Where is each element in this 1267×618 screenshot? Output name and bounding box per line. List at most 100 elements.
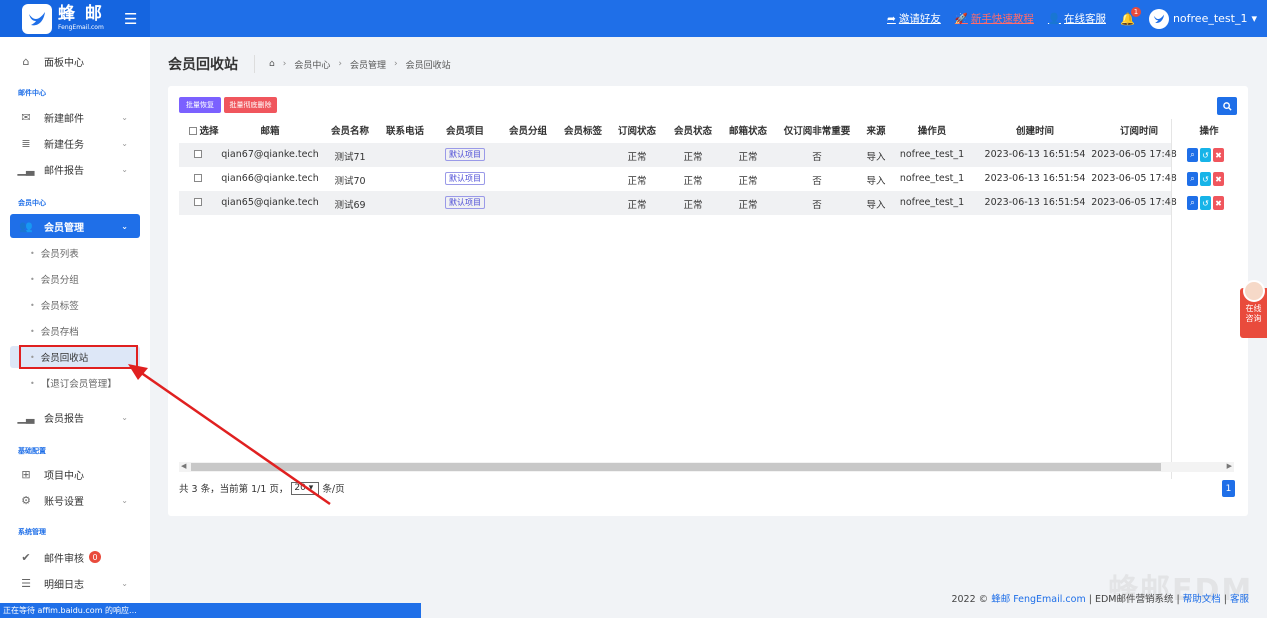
cell-operator: nofree_test_1 (899, 173, 965, 184)
invite-link[interactable]: ➦ 邀请好友 (887, 11, 941, 26)
sidebar-sub-member-tag[interactable]: • 会员标签 (10, 294, 140, 316)
sidebar: ⌂ 面板中心 邮件中心 ✉ 新建邮件 ⌄ ≣ 新建任务 ⌄ ▁▃ 邮件报告 ⌄ 会员中心 👥 会… (0, 37, 150, 618)
agent-avatar (1242, 280, 1265, 302)
cell-source: 导入 (866, 176, 886, 187)
bird-logo-icon (22, 3, 52, 34)
sidebar-sub-member-group[interactable]: • 会员分组 (10, 268, 140, 290)
cell-sub-status: 正常 (627, 176, 647, 187)
sidebar-item-dashboard[interactable]: ⌂ 面板中心 (10, 49, 140, 73)
cell-source: 导入 (866, 200, 886, 211)
th-source: 来源 (866, 126, 886, 137)
row-checkbox[interactable] (194, 198, 202, 206)
sidebar-sub-unsubscribe[interactable]: • 【退订会员管理】 (10, 372, 140, 394)
support-link[interactable]: 👤 在线客服 (1048, 11, 1106, 26)
review-count-badge: 0 (89, 551, 101, 563)
footer-service-link[interactable]: 客服 (1230, 594, 1249, 605)
chevron-down-icon: ⌄ (121, 412, 128, 422)
chart-icon: ▁▃ (17, 410, 35, 424)
footer-brand-link[interactable]: 蜂邮 FengEmail.com (991, 594, 1086, 605)
list-icon: ≣ (21, 136, 31, 150)
sidebar-item-project-center[interactable]: ⊞ 项目中心 (10, 462, 140, 486)
search-button[interactable] (1217, 97, 1237, 115)
th-phone: 联系电话 (385, 126, 425, 137)
th-tag: 会员标签 (563, 126, 603, 137)
view-button[interactable]: ⌕ (1187, 196, 1198, 210)
home-icon: ⌂ (22, 54, 30, 68)
project-tag: 默认项目 (445, 196, 485, 209)
th-mailbox-status: 邮箱状态 (728, 126, 768, 137)
cell-subscribed: 2023-06-05 17:48 (1091, 149, 1177, 160)
fixed-column-divider (1171, 119, 1172, 479)
browser-status-bar: 正在等待 affim.baidu.com 的响应... (0, 603, 421, 618)
row-checkbox[interactable] (194, 150, 202, 158)
sidebar-sub-member-list[interactable]: • 会员列表 (10, 242, 140, 264)
restore-button[interactable]: ↺ (1200, 148, 1211, 162)
view-button[interactable]: ⌕ (1187, 148, 1198, 162)
breadcrumb-member-mgmt[interactable]: 会员管理 (350, 58, 386, 71)
footer-help-link[interactable]: 帮助文档 (1183, 594, 1221, 605)
delete-button[interactable]: ✖ (1213, 148, 1224, 162)
breadcrumb-member-center[interactable]: 会员中心 (294, 58, 330, 71)
cell-created: 2023-06-13 16:51:54 (984, 197, 1086, 208)
cell-important: 否 (812, 152, 822, 163)
row-actions: ⌕ ↺ ✖ (1187, 196, 1224, 210)
online-chat-widget[interactable]: 在线 咨询 (1240, 280, 1267, 338)
scrollbar-thumb[interactable] (191, 463, 1161, 471)
cell-member-status: 正常 (683, 152, 703, 163)
batch-restore-button[interactable]: 批量恢复 (179, 97, 221, 113)
logo-cn: 蜂 邮 (58, 4, 104, 24)
cell-member-status: 正常 (683, 200, 703, 211)
cell-created: 2023-06-13 16:51:54 (984, 149, 1086, 160)
sidebar-item-account-settings[interactable]: ⚙ 账号设置 ⌄ (10, 488, 140, 512)
delete-button[interactable]: ✖ (1213, 172, 1224, 186)
batch-delete-button[interactable]: 批量彻底删除 (224, 97, 277, 113)
cell-subscribed: 2023-06-05 17:48 (1091, 197, 1177, 208)
pager-unit: 条/页 (322, 484, 345, 495)
page-button-1[interactable]: 1 (1222, 480, 1235, 497)
user-menu[interactable]: nofree_test_1 ▾ (1148, 8, 1257, 29)
sidebar-item-mail-report[interactable]: ▁▃ 邮件报告 ⌄ (10, 157, 140, 181)
cell-created: 2023-06-13 16:51:54 (984, 173, 1086, 184)
home-icon[interactable]: ⌂ (269, 59, 275, 69)
sidebar-sub-member-archive[interactable]: • 会员存档 (10, 320, 140, 342)
cell-subscribed: 2023-06-05 17:48 (1091, 173, 1177, 184)
th-member-status: 会员状态 (673, 126, 713, 137)
tutorial-link[interactable]: 🚀 新手快速教程 (955, 11, 1034, 26)
notification-badge: 1 (1130, 6, 1141, 17)
logo-en: FengEmail.com (58, 24, 104, 31)
section-mail: 邮件中心 (18, 89, 46, 97)
user-icon: 👤 (1047, 13, 1061, 25)
cell-email: qian65@qianke.tech (221, 197, 319, 208)
search-icon (1222, 101, 1232, 111)
row-checkbox[interactable] (194, 174, 202, 182)
sidebar-item-member-mgmt[interactable]: 👥 会员管理 ⌄ (10, 214, 140, 238)
delete-button[interactable]: ✖ (1213, 196, 1224, 210)
section-member: 会员中心 (18, 199, 46, 207)
gear-icon: ⚙ (21, 493, 31, 507)
section-basic: 基础配置 (18, 447, 46, 455)
username: nofree_test_1 (1172, 12, 1248, 25)
rocket-icon: 🚀 (954, 13, 968, 25)
menu-toggle-icon[interactable]: ☰ (124, 10, 137, 28)
restore-button[interactable]: ↺ (1200, 196, 1211, 210)
sidebar-item-detail-log[interactable]: ☰ 明细日志 ⌄ (10, 571, 140, 595)
sidebar-item-new-task[interactable]: ≣ 新建任务 ⌄ (10, 131, 140, 155)
bell-icon[interactable]: 🔔 1 (1120, 6, 1141, 26)
restore-button[interactable]: ↺ (1200, 172, 1211, 186)
cell-mailbox-status: 正常 (738, 200, 758, 211)
table-row: qian67@qianke.tech 测试71 默认项目 正常 正常 正常 否 … (179, 143, 1177, 167)
scroll-right-icon[interactable]: ▶ (1227, 462, 1232, 470)
cell-important: 否 (812, 200, 822, 211)
view-button[interactable]: ⌕ (1187, 172, 1198, 186)
th-sub-status: 订阅状态 (617, 126, 657, 137)
sidebar-item-new-mail[interactable]: ✉ 新建邮件 ⌄ (10, 105, 140, 129)
per-page-select[interactable]: 20 ▾ (291, 481, 320, 495)
sidebar-item-member-report[interactable]: ▁▃ 会员报告 ⌄ (10, 405, 140, 429)
cell-operator: nofree_test_1 (899, 197, 965, 208)
horizontal-scrollbar[interactable]: ◀ ▶ (179, 462, 1234, 472)
pagination-info: 共 3 条，当前第 1/1 页， 20 ▾ 条/页 (179, 481, 345, 495)
select-all-checkbox[interactable] (189, 127, 197, 135)
th-email: 邮箱 (260, 126, 280, 137)
sidebar-item-mail-review[interactable]: ✔ 邮件审核 0 (10, 545, 140, 569)
scroll-left-icon[interactable]: ◀ (181, 462, 186, 470)
